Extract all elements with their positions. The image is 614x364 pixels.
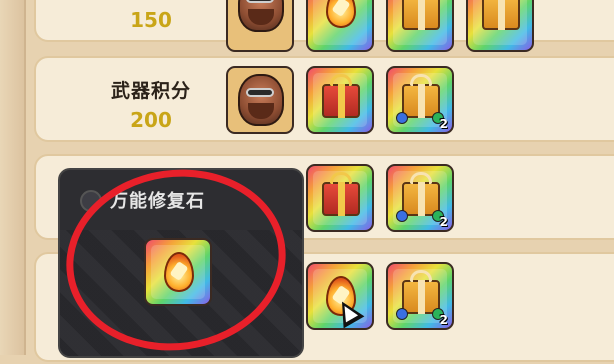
reward-slot[interactable]: 2 [386, 164, 454, 232]
gift-box-icon [322, 172, 360, 216]
reward-slot[interactable] [386, 0, 454, 52]
gem-icon [396, 112, 408, 124]
row-score: 200 [130, 108, 172, 132]
gem-icon [396, 210, 408, 222]
character-portrait-icon [238, 74, 284, 126]
reward-slot[interactable]: 2 [386, 66, 454, 134]
gift-box-icon [322, 74, 360, 118]
reward-slot[interactable]: 2 [386, 262, 454, 330]
portrait-slot[interactable] [226, 66, 294, 134]
reward-slot[interactable] [466, 0, 534, 52]
portrait-slot[interactable] [226, 0, 294, 52]
gem-icon [396, 308, 408, 320]
item-count: 2 [439, 117, 448, 131]
item-count: 2 [439, 313, 448, 327]
reward-slot[interactable] [306, 66, 374, 134]
reward-slot[interactable] [306, 164, 374, 232]
reward-slot[interactable] [306, 0, 374, 52]
gift-box-icon [482, 0, 520, 30]
item-count: 2 [439, 215, 448, 229]
row-label: 武器积分 [110, 80, 191, 102]
side-panel-edge [0, 0, 26, 355]
character-portrait-icon [238, 0, 284, 32]
row-score: 150 [130, 8, 172, 32]
gift-box-icon [402, 0, 440, 30]
